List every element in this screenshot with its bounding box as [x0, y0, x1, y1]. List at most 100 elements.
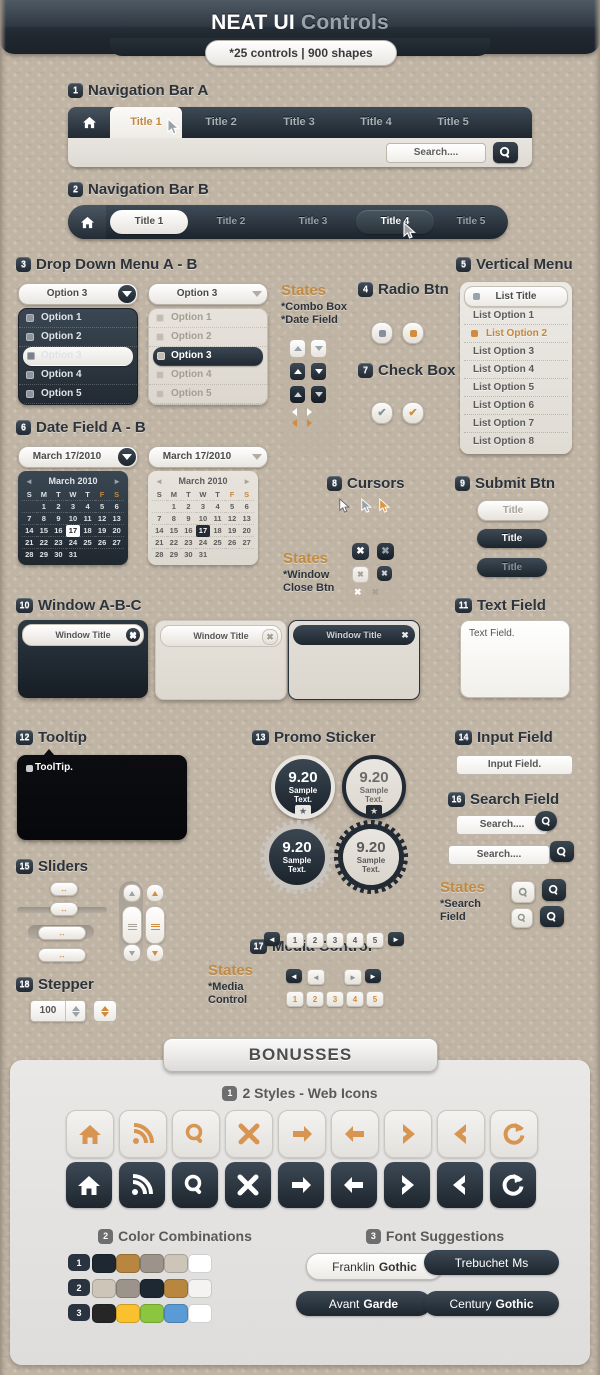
day-cell[interactable]: 4 [80, 501, 95, 513]
media-page-3-state[interactable]: 3 [326, 991, 344, 1007]
vertical-slider-handle-2[interactable] [145, 906, 165, 944]
day-cell[interactable]: 7 [152, 513, 167, 525]
nav-b-tab-5[interactable]: Title 5 [438, 210, 504, 234]
media-page-1[interactable]: 1 [286, 932, 304, 948]
list-item[interactable]: Option 2 [19, 328, 137, 347]
nav-a-home-button[interactable] [68, 107, 110, 138]
list-item[interactable]: Option 5 [149, 385, 267, 404]
day-cell[interactable]: 31 [66, 549, 81, 561]
media-prev-dark[interactable]: ◄ [286, 969, 302, 983]
day-cell[interactable]: 28 [22, 549, 37, 561]
nav-a-tab-3[interactable]: Title 3 [263, 107, 335, 138]
vertical-slider-down-2[interactable] [146, 944, 164, 962]
list-item-selected[interactable]: Option 3 [23, 347, 133, 366]
day-cell[interactable]: 14 [152, 525, 167, 537]
day-cell[interactable]: 15 [37, 525, 52, 537]
radio-button-inactive[interactable] [371, 322, 393, 344]
day-cell[interactable]: 16 [51, 525, 66, 537]
sidebar-item-list-option-8[interactable]: List Option 8 [464, 433, 568, 450]
prev-month-icon[interactable]: ◄ [155, 477, 163, 486]
media-page-4-state[interactable]: 4 [346, 991, 364, 1007]
dropdown-a-list[interactable]: Option 1 Option 2 Option 3 Option 4 Opti… [18, 308, 138, 405]
submit-button-disabled[interactable]: Title [477, 500, 549, 521]
date-field-b-arrow[interactable] [248, 448, 266, 466]
nav-a-tab-5[interactable]: Title 5 [417, 107, 489, 138]
chevron-up-icon[interactable] [71, 1005, 80, 1011]
day-cell[interactable]: 29 [167, 549, 182, 561]
media-next-button[interactable]: ► [388, 932, 404, 946]
date-field-a-combo[interactable]: March 17/2010 [18, 446, 138, 468]
vertical-slider-up-2[interactable] [146, 884, 164, 902]
day-cell[interactable]: 5 [225, 501, 240, 513]
prev-month-icon[interactable]: ◄ [25, 477, 33, 486]
font-button-trebuchet-ms[interactable]: Trebuchet Ms [424, 1250, 559, 1275]
dropdown-b-combo[interactable]: Option 3 [148, 283, 268, 305]
media-prev-button[interactable]: ◄ [264, 932, 280, 946]
day-cell[interactable]: 9 [181, 513, 196, 525]
day-cell[interactable]: 24 [66, 537, 81, 549]
close-icon-dark-small[interactable]: ✖ [377, 566, 392, 581]
web-icon-arrow-left-light[interactable] [331, 1110, 379, 1158]
web-icon-arrow-right-dark[interactable] [278, 1162, 324, 1208]
day-cell[interactable]: 6 [239, 501, 254, 513]
font-button-century-gothic[interactable]: Century Gothic [424, 1291, 559, 1316]
day-cell-selected[interactable]: 17 [195, 524, 211, 537]
arrow-down-light[interactable] [311, 340, 326, 357]
search-field-button-2[interactable] [550, 841, 574, 862]
list-item[interactable]: Option 5 [19, 385, 137, 404]
nav-b-home-button[interactable] [68, 205, 106, 239]
day-cell[interactable]: 13 [239, 513, 254, 525]
day-cell[interactable]: 22 [167, 537, 182, 549]
list-item[interactable]: Option 1 [149, 309, 267, 328]
font-button-avant-garde[interactable]: Avant Garde [296, 1291, 431, 1316]
checkbox-active[interactable]: ✔ [402, 402, 424, 424]
day-cell[interactable]: 5 [95, 501, 110, 513]
day-cell[interactable]: 10 [66, 513, 81, 525]
nav-a-tab-4[interactable]: Title 4 [340, 107, 412, 138]
web-icon-refresh-light[interactable] [490, 1110, 538, 1158]
day-cell[interactable]: 26 [95, 537, 110, 549]
media-page-1-state[interactable]: 1 [286, 991, 304, 1007]
close-icon-dark-hover[interactable]: ✖ [377, 543, 394, 560]
sidebar-item-list-option-2[interactable]: List Option 2 [464, 325, 568, 343]
media-page-4[interactable]: 4 [346, 932, 364, 948]
day-cell[interactable]: 25 [80, 537, 95, 549]
sidebar-item-list-option-6[interactable]: List Option 6 [464, 397, 568, 415]
calendar-a-grid[interactable]: S M T W T F S 123456 7 8 9 10 11 12 13 14 15 16 1… [22, 489, 124, 560]
calendar-b-grid[interactable]: S M T W T F S 123456 7 8 9 10 11 12 13 14 15 16 1… [152, 489, 254, 560]
day-cell[interactable]: 2 [181, 501, 196, 513]
slider-handle-4[interactable]: ↔ [38, 948, 86, 962]
nav-b-tab-4[interactable]: Title 4 [356, 210, 434, 234]
day-cell[interactable]: 6 [109, 501, 124, 513]
web-icon-rss-light[interactable] [119, 1110, 167, 1158]
arrow-up-light[interactable] [290, 340, 305, 357]
web-icon-refresh-dark[interactable] [490, 1162, 536, 1208]
next-month-icon[interactable]: ► [113, 477, 121, 486]
nav-a-tab-2[interactable]: Title 2 [185, 107, 257, 138]
day-cell[interactable]: 3 [66, 501, 81, 513]
checkbox-inactive[interactable]: ✔ [371, 402, 393, 424]
day-cell[interactable] [22, 501, 37, 513]
slider-handle-1[interactable]: ↔ [50, 882, 78, 896]
day-cell[interactable]: 16 [181, 525, 196, 537]
media-page-5[interactable]: 5 [366, 932, 384, 948]
list-item[interactable]: Option 1 [19, 309, 137, 328]
submit-button-default[interactable]: Title [477, 529, 547, 548]
sidebar-item-list-option-3[interactable]: List Option 3 [464, 343, 568, 361]
text-field[interactable]: Text Field. [460, 620, 570, 698]
sidebar-item-list-option-4[interactable]: List Option 4 [464, 361, 568, 379]
day-cell[interactable]: 29 [37, 549, 52, 561]
day-cell[interactable]: 9 [51, 513, 66, 525]
day-cell[interactable]: 19 [95, 525, 110, 537]
slider-handle-2[interactable]: ↔ [50, 902, 78, 916]
web-icon-close-dark[interactable] [225, 1162, 271, 1208]
search-button-dark[interactable] [542, 879, 566, 901]
day-cell[interactable] [152, 501, 167, 513]
day-cell[interactable]: 8 [37, 513, 52, 525]
day-cell[interactable]: 15 [167, 525, 182, 537]
day-cell[interactable]: 4 [210, 501, 225, 513]
arrow-up-pressed[interactable] [290, 386, 305, 403]
media-prev-light[interactable]: ◄ [307, 969, 325, 985]
day-cell[interactable]: 30 [181, 549, 196, 561]
day-cell[interactable]: 30 [51, 549, 66, 561]
